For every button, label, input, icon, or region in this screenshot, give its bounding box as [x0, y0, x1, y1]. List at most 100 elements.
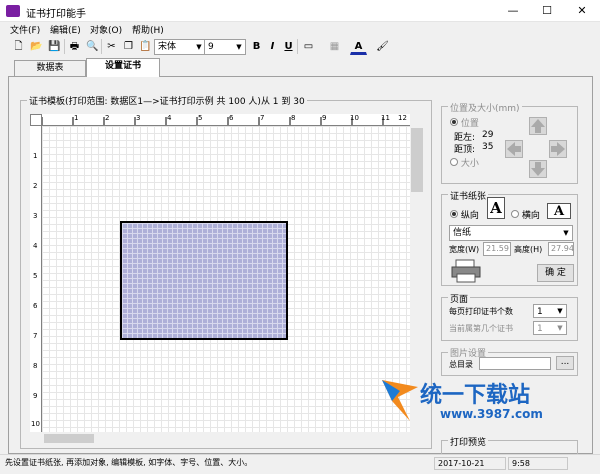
arrow-right-icon[interactable] — [549, 140, 567, 158]
arrow-up-icon[interactable] — [529, 117, 547, 135]
tab-certificate-settings[interactable]: 设置证书 — [86, 58, 160, 77]
chevron-down-icon: ▼ — [557, 307, 563, 315]
font-size-value: 9 — [208, 42, 214, 52]
vruler-tick: 3 — [33, 212, 38, 220]
bold-button[interactable]: B — [248, 38, 265, 55]
vruler-tick: 9 — [33, 392, 38, 400]
vertical-scroll-thumb[interactable] — [411, 128, 423, 192]
vruler-tick: 5 — [33, 272, 38, 280]
certificate-area[interactable] — [120, 221, 288, 340]
save-icon[interactable]: 💾 — [46, 38, 63, 55]
underline-button[interactable]: U — [280, 38, 297, 55]
landscape-radio[interactable]: 横向 — [511, 208, 540, 221]
vruler-tick: 2 — [33, 182, 38, 190]
print-preview-icon[interactable]: 🔍 — [84, 38, 101, 55]
chevron-down-icon: ▼ — [557, 324, 563, 332]
height-label: 高度(H) — [514, 245, 543, 254]
toolbar-separator — [64, 39, 65, 54]
printer-icon[interactable] — [450, 259, 484, 283]
fill-color-icon[interactable]: 🖌 — [374, 38, 391, 55]
arrow-left-icon[interactable] — [505, 140, 523, 158]
hruler-tick: 5 — [198, 114, 203, 122]
new-file-icon[interactable]: 🗋 — [10, 38, 27, 55]
menu-object[interactable]: 对象(O) — [90, 23, 122, 36]
maximize-button[interactable]: ☐ — [530, 0, 564, 22]
current-cert-label: 当前属第几个证书 — [449, 324, 513, 333]
portrait-page-icon: A — [487, 197, 505, 219]
hruler-tick: 10 — [350, 114, 359, 122]
app-icon — [6, 5, 20, 17]
toolbar-separator — [297, 39, 298, 54]
ruler-corner — [30, 114, 42, 126]
top-distance-label: 距顶: — [454, 145, 476, 155]
vruler-tick: 7 — [33, 332, 38, 340]
vruler-tick: 4 — [33, 242, 38, 250]
portrait-radio[interactable]: 纵向 — [450, 208, 479, 221]
width-input[interactable]: 21.59 — [483, 242, 511, 256]
vruler-tick: 10 — [31, 420, 40, 428]
copy-icon[interactable]: ❐ — [120, 38, 137, 55]
hruler-tick: 2 — [105, 114, 110, 122]
cut-icon[interactable]: ✂ — [103, 38, 120, 55]
arrow-down-icon[interactable] — [529, 160, 547, 178]
status-date: 2017-10-21 — [434, 457, 506, 470]
watermark-brand: 统一下载站 — [420, 383, 531, 408]
menu-file[interactable]: 文件(F) — [10, 23, 40, 36]
per-page-select[interactable]: 1 ▼ — [533, 304, 567, 318]
paste-icon[interactable]: 📋 — [137, 38, 154, 55]
confirm-paper-button[interactable]: 确 定 — [537, 264, 574, 282]
vruler-tick: 8 — [33, 362, 38, 370]
hruler-tick: 12 — [398, 114, 407, 122]
open-folder-icon[interactable]: 📂 — [28, 38, 45, 55]
paper-type-value: 信纸 — [453, 228, 472, 238]
chevron-down-icon: ▼ — [196, 43, 202, 51]
print-icon[interactable]: 🖶 — [66, 38, 83, 55]
landscape-page-icon: A — [547, 203, 571, 219]
tab-data-table[interactable]: 数据表 — [14, 60, 86, 76]
hruler-tick: 9 — [322, 114, 327, 122]
horizontal-scroll-thumb[interactable] — [44, 434, 94, 443]
chevron-down-icon: ▼ — [236, 43, 242, 51]
grid-lines-icon[interactable]: ▦ — [326, 38, 343, 55]
position-group-label: 位置及大小(mm) — [448, 101, 522, 114]
size-radio[interactable]: 大小 — [450, 156, 479, 169]
italic-button[interactable]: I — [264, 38, 281, 55]
hruler-tick: 11 — [381, 114, 390, 122]
minimize-button[interactable]: — — [496, 0, 530, 22]
per-page-label: 每页打印证书个数 — [449, 307, 513, 316]
page-group-label: 页面 — [448, 292, 471, 305]
width-label: 宽度(W) — [449, 245, 480, 254]
paper-type-select[interactable]: 信纸 ▼ — [449, 225, 573, 241]
font-size-select[interactable]: 9 ▼ — [204, 39, 246, 55]
hruler-tick: 7 — [260, 114, 265, 122]
border-style-icon[interactable]: ▭ — [300, 38, 317, 55]
chevron-down-icon: ▼ — [563, 229, 569, 237]
hruler-tick: 1 — [74, 114, 79, 122]
vruler-tick: 1 — [33, 152, 38, 160]
height-input[interactable]: 27.94 — [548, 242, 574, 256]
horizontal-scrollbar[interactable] — [42, 432, 410, 445]
status-hint: 先设置证书纸张, 再添加对象, 编辑模板, 如字体、字号、位置、大小。 — [5, 458, 253, 467]
preview-group-label: 打印预览 — [448, 435, 489, 448]
toolbar-separator — [101, 39, 102, 54]
position-radio[interactable]: 位置 — [450, 116, 479, 129]
watermark-url: www.3987.com — [440, 407, 543, 421]
close-button[interactable]: ✕ — [565, 0, 599, 22]
window-title: 证书打印能手 — [26, 9, 86, 20]
menu-help[interactable]: 帮助(H) — [132, 23, 164, 36]
browse-button[interactable]: ... — [556, 356, 574, 370]
font-name-select[interactable]: 宋体 ▼ — [154, 39, 206, 55]
directory-label: 总目录 — [449, 360, 473, 369]
top-distance-value: 35 — [482, 142, 494, 152]
font-name-value: 宋体 — [158, 42, 177, 52]
current-cert-select[interactable]: 1 ▼ — [533, 321, 567, 335]
watermark-logo-icon — [382, 380, 418, 421]
hruler-tick: 6 — [229, 114, 234, 122]
per-page-value: 1 — [537, 307, 543, 317]
status-time: 9:58 — [508, 457, 568, 470]
current-cert-value: 1 — [537, 324, 543, 334]
directory-input[interactable] — [479, 357, 551, 370]
text-color-button[interactable]: A — [350, 38, 367, 55]
menu-edit[interactable]: 编辑(E) — [50, 23, 81, 36]
left-distance-value: 29 — [482, 130, 494, 140]
